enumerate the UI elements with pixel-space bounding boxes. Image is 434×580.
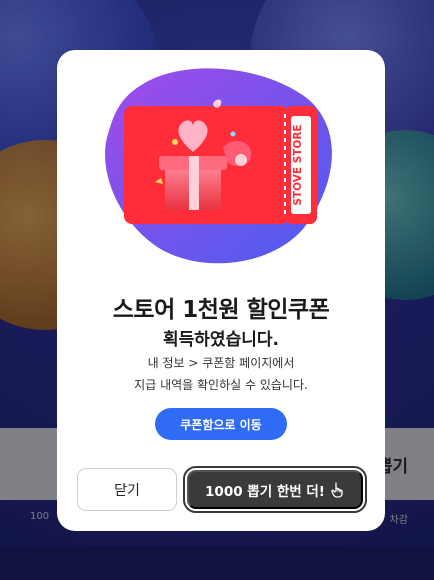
ticket-brand-text: STOVE STORE (292, 124, 304, 205)
coupon-result-modal: STOVE STORE 스토어 1천원 할인쿠폰 획득하였습니다. 내 정보 >… (57, 50, 385, 531)
coupon-subtitle: 획득하였습니다. (163, 330, 279, 350)
coupon-description-line2: 지급 내역을 확인하실 수 있습니다. (134, 378, 308, 392)
draw-again-label: 1000 뽑기 한번 더! (205, 483, 325, 500)
close-button[interactable]: 닫기 (77, 468, 177, 511)
coupon-illustration: STOVE STORE (105, 68, 332, 264)
draw-again-button[interactable]: 1000 뽑기 한번 더! (183, 466, 367, 513)
coupon-description-line1: 내 정보 > 쿠폰함 페이지에서 (147, 356, 295, 370)
go-to-coupon-box-button[interactable]: 쿠폰함으로 이동 (155, 408, 287, 440)
pointer-hand-icon (331, 481, 343, 498)
coupon-title: 스토어 1천원 할인쿠폰 (112, 297, 330, 323)
